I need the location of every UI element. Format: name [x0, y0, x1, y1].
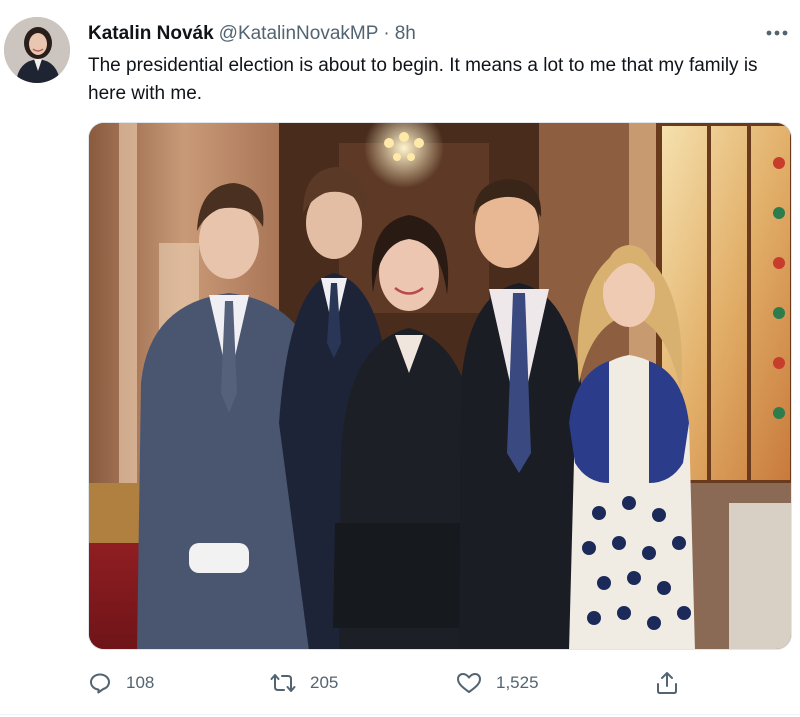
tweet-actions: 108 205 1,525 — [88, 668, 698, 698]
avatar-photo — [4, 17, 70, 83]
user-handle[interactable]: @KatalinNovakMP — [219, 22, 379, 46]
tweet-photo[interactable] — [88, 122, 792, 650]
retweet-count: 205 — [310, 673, 339, 692]
heart-icon — [457, 673, 481, 693]
reply-icon — [90, 673, 110, 694]
share-button[interactable] — [654, 668, 680, 698]
retweet-button[interactable]: 205 — [270, 668, 338, 698]
timestamp[interactable]: 8h — [395, 22, 416, 46]
like-count: 1,525 — [496, 673, 539, 692]
tweet-header: Katalin Novák @KatalinNovakMP · 8h — [88, 22, 780, 46]
share-icon — [657, 672, 677, 694]
reply-button[interactable]: 108 — [88, 668, 154, 698]
separator-dot: · — [383, 23, 390, 44]
reply-count: 108 — [126, 673, 155, 692]
more-options-button[interactable] — [762, 18, 792, 48]
more-horizontal-icon — [766, 30, 788, 36]
family-photo — [89, 123, 791, 649]
tweet-card: Katalin Novák @KatalinNovakMP · 8h The p… — [0, 0, 800, 717]
like-button[interactable]: 1,525 — [456, 668, 539, 698]
tweet-text: The presidential election is about to be… — [88, 55, 758, 104]
divider — [0, 714, 800, 715]
avatar[interactable] — [4, 17, 70, 83]
retweet-icon — [270, 674, 296, 692]
display-name[interactable]: Katalin Novák — [88, 22, 214, 46]
